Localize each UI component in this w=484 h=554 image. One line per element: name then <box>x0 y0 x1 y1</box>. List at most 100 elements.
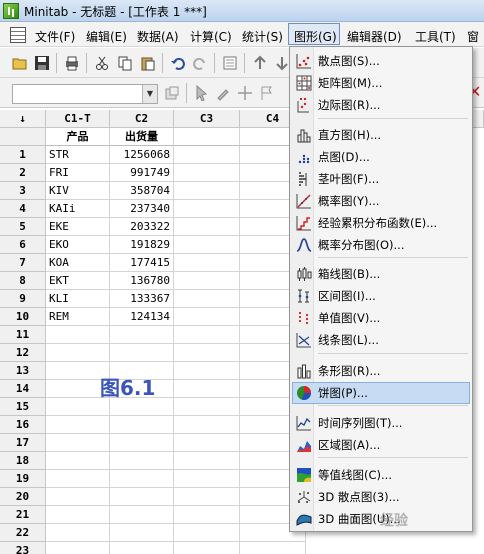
table-cell[interactable] <box>240 542 306 554</box>
menu-stat[interactable]: 统计(S) <box>242 28 283 45</box>
menu-item-pie-chart[interactable]: 饼图(P)... <box>292 382 470 404</box>
redo-icon[interactable] <box>192 55 208 71</box>
row-header[interactable]: 14 <box>0 380 46 398</box>
table-cell[interactable] <box>174 290 240 308</box>
table-cell[interactable]: KIV <box>46 182 110 200</box>
crosshair-icon[interactable] <box>237 85 253 101</box>
table-cell[interactable]: 991749 <box>110 164 174 182</box>
table-cell[interactable] <box>174 272 240 290</box>
menu-file[interactable]: 文件(F) <box>35 28 75 45</box>
table-cell[interactable] <box>174 452 240 470</box>
table-cell[interactable] <box>174 146 240 164</box>
table-cell[interactable] <box>174 380 240 398</box>
table-cell[interactable] <box>46 344 110 362</box>
table-cell[interactable] <box>174 434 240 452</box>
menu-data[interactable]: 数据(A) <box>137 28 179 45</box>
menu-item-line-plot[interactable]: 线条图(L)... <box>292 329 470 351</box>
table-cell[interactable] <box>174 524 240 542</box>
table-cell[interactable] <box>46 506 110 524</box>
print-icon[interactable] <box>64 55 80 71</box>
table-cell[interactable] <box>110 470 174 488</box>
menu-editor[interactable]: 编辑器(D) <box>347 28 402 45</box>
table-cell[interactable] <box>174 488 240 506</box>
table-cell[interactable] <box>174 470 240 488</box>
table-cell[interactable] <box>174 308 240 326</box>
row-header[interactable]: 15 <box>0 398 46 416</box>
row-header[interactable]: 11 <box>0 326 46 344</box>
menu-item-area-graph[interactable]: 区域图(A)... <box>292 434 470 456</box>
menu-tools[interactable]: 工具(T) <box>415 28 456 45</box>
table-cell[interactable] <box>174 254 240 272</box>
table-cell[interactable]: EKO <box>46 236 110 254</box>
undo-icon[interactable] <box>170 55 186 71</box>
column-header-c1[interactable]: C1-T <box>46 110 110 128</box>
menu-item-contour-plot[interactable]: 等值线图(C)... <box>292 464 470 486</box>
row-header[interactable]: 1 <box>0 146 46 164</box>
row-header[interactable]: 9 <box>0 290 46 308</box>
row-header[interactable]: 16 <box>0 416 46 434</box>
table-cell[interactable]: 1256068 <box>110 146 174 164</box>
table-cell[interactable] <box>110 452 174 470</box>
table-cell[interactable] <box>110 416 174 434</box>
table-cell[interactable] <box>174 200 240 218</box>
menu-calc[interactable]: 计算(C) <box>190 28 232 45</box>
menu-item-time-series[interactable]: 时间序列图(T)... <box>292 412 470 434</box>
table-cell[interactable] <box>46 416 110 434</box>
table-cell[interactable] <box>174 236 240 254</box>
column-name-c2[interactable]: 出货量 <box>110 128 174 146</box>
column-header-c2[interactable]: C2 <box>110 110 174 128</box>
table-cell[interactable]: 203322 <box>110 218 174 236</box>
menu-item-scatterplot[interactable]: 散点图(S)... <box>292 50 470 72</box>
table-cell[interactable] <box>110 488 174 506</box>
table-cell[interactable]: 358704 <box>110 182 174 200</box>
table-cell[interactable] <box>110 542 174 554</box>
table-cell[interactable] <box>46 542 110 554</box>
table-cell[interactable]: 237340 <box>110 200 174 218</box>
table-cell[interactable] <box>174 416 240 434</box>
row-header[interactable]: 19 <box>0 470 46 488</box>
arrow-up-icon[interactable] <box>252 55 268 71</box>
table-cell[interactable] <box>46 326 110 344</box>
column-header-c8[interactable] <box>474 110 484 128</box>
row-header[interactable]: 3 <box>0 182 46 200</box>
table-cell[interactable]: STR <box>46 146 110 164</box>
table-cell[interactable]: KAIi <box>46 200 110 218</box>
corner-cell[interactable]: ↓ <box>0 110 46 128</box>
table-cell[interactable] <box>174 164 240 182</box>
cut-icon[interactable] <box>94 55 110 71</box>
save-icon[interactable] <box>34 55 50 71</box>
table-cell[interactable]: 133367 <box>110 290 174 308</box>
table-cell[interactable] <box>46 452 110 470</box>
menu-window[interactable]: 窗 <box>467 28 479 45</box>
table-cell[interactable]: KOA <box>46 254 110 272</box>
menu-item-stem-leaf[interactable]: 茎叶图(F)... <box>292 168 470 190</box>
menu-item-boxplot[interactable]: 箱线图(B)... <box>292 263 470 285</box>
column-header-c3[interactable]: C3 <box>174 110 240 128</box>
chevron-down-icon[interactable]: ▼ <box>142 85 157 103</box>
menu-item-probability-plot[interactable]: 概率图(Y)... <box>292 190 470 212</box>
table-cell[interactable] <box>110 506 174 524</box>
row-header[interactable]: 4 <box>0 200 46 218</box>
menu-item-3d-scatterplot[interactable]: 3D 散点图(3)... <box>292 486 470 508</box>
table-cell[interactable] <box>110 344 174 362</box>
table-cell[interactable]: 136780 <box>110 272 174 290</box>
menu-item-matrix-plot[interactable]: 矩阵图(M)... <box>292 72 470 94</box>
menu-item-bar-chart[interactable]: 条形图(R)... <box>292 360 470 382</box>
column-name-c1[interactable]: 产品 <box>46 128 110 146</box>
row-header[interactable]: 12 <box>0 344 46 362</box>
row-header[interactable]: 10 <box>0 308 46 326</box>
menu-item-interval-plot[interactable]: 区间图(I)... <box>292 285 470 307</box>
pointer-icon[interactable] <box>194 85 210 101</box>
open-folder-icon[interactable] <box>12 55 28 71</box>
graph-properties-icon[interactable] <box>164 85 180 101</box>
arrow-down-icon[interactable] <box>274 55 290 71</box>
paste-icon[interactable] <box>140 55 156 71</box>
row-header[interactable]: 17 <box>0 434 46 452</box>
table-cell[interactable] <box>46 470 110 488</box>
table-cell[interactable]: REM <box>46 308 110 326</box>
row-header[interactable]: 20 <box>0 488 46 506</box>
menu-item-ecdf[interactable]: 经验累积分布函数(E)... <box>292 212 470 234</box>
row-header[interactable]: 6 <box>0 236 46 254</box>
column-name-c3[interactable] <box>174 128 240 146</box>
table-cell[interactable] <box>46 524 110 542</box>
